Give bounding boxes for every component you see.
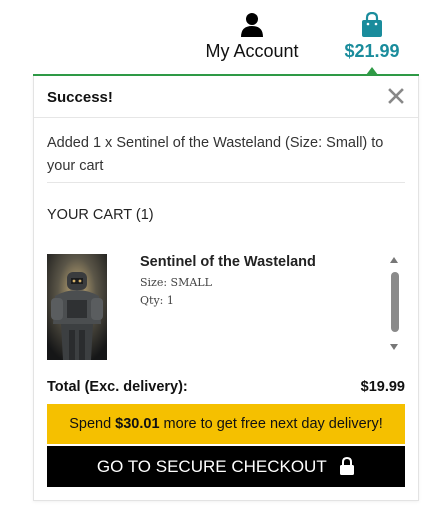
secure-checkout-button[interactable]: GO TO SECURE CHECKOUT bbox=[47, 446, 405, 487]
promo-suffix: more to get free next day delivery! bbox=[159, 416, 383, 432]
total-label: Total (Exc. delivery): bbox=[47, 379, 188, 395]
close-icon bbox=[388, 88, 404, 104]
scrollbar-thumb[interactable] bbox=[391, 272, 399, 332]
user-icon bbox=[241, 13, 263, 37]
product-image bbox=[47, 254, 107, 360]
free-delivery-banner: Spend $30.01 more to get free next day d… bbox=[47, 404, 405, 444]
scroll-down-arrow[interactable] bbox=[390, 344, 398, 350]
item-size: Size: SMALL bbox=[140, 276, 212, 289]
mini-cart-popup: Success! Added 1 x Sentinel of the Waste… bbox=[33, 76, 419, 501]
close-button[interactable] bbox=[386, 85, 406, 107]
checkout-label: GO TO SECURE CHECKOUT bbox=[96, 457, 327, 476]
success-bar: Success! bbox=[34, 76, 418, 118]
success-title: Success! bbox=[47, 89, 113, 106]
product-thumbnail[interactable] bbox=[47, 254, 107, 360]
lock-icon bbox=[340, 456, 355, 475]
promo-amount: $30.01 bbox=[115, 416, 160, 432]
divider bbox=[47, 182, 405, 183]
cart-heading: YOUR CART (1) bbox=[47, 207, 154, 223]
total-row: Total (Exc. delivery): $19.99 bbox=[47, 379, 405, 395]
added-to-cart-message: Added 1 x Sentinel of the Wasteland (Siz… bbox=[47, 135, 384, 174]
item-quantity: Qty: 1 bbox=[140, 294, 174, 307]
my-account-label: My Account bbox=[205, 41, 299, 61]
cart-item[interactable]: Sentinel of the Wasteland Size: SMALL Qt… bbox=[47, 254, 387, 360]
cart-button[interactable]: $21.99 bbox=[336, 12, 408, 62]
total-value: $19.99 bbox=[360, 379, 405, 395]
item-name[interactable]: Sentinel of the Wasteland bbox=[140, 254, 316, 270]
my-account-link[interactable]: My Account bbox=[196, 12, 308, 62]
promo-prefix: Spend bbox=[69, 416, 116, 432]
cart-total: $21.99 bbox=[344, 41, 400, 61]
scroll-up-arrow[interactable] bbox=[390, 257, 398, 263]
shopping-bag-icon bbox=[362, 12, 382, 37]
